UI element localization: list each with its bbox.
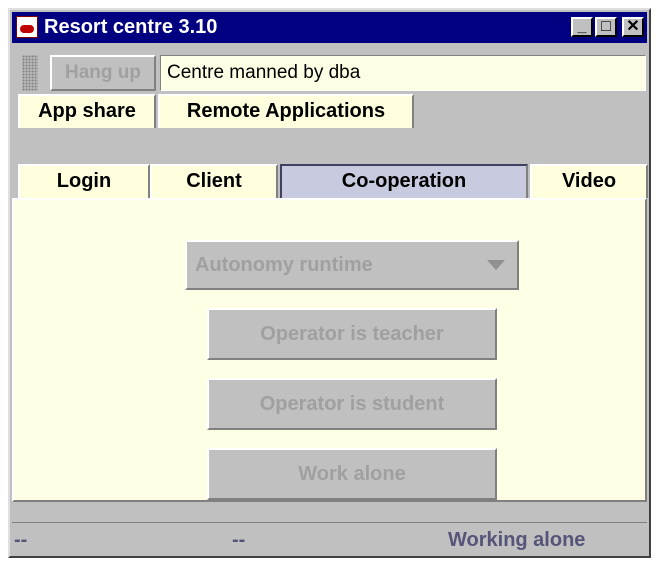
main-window: Resort centre 3.10 _ □ ✕ Hang up Centre … xyxy=(8,8,651,558)
centre-status-field: Centre manned by dba xyxy=(160,55,646,91)
autonomy-mode-value: Autonomy runtime xyxy=(195,254,373,276)
tab-video[interactable]: Video xyxy=(530,164,648,198)
co-operation-panel: Autonomy runtime Operator is teacher Ope… xyxy=(12,198,647,502)
maximize-button[interactable]: □ xyxy=(595,17,617,37)
work-alone-button[interactable]: Work alone xyxy=(207,448,497,500)
operator-is-student-button[interactable]: Operator is student xyxy=(207,378,497,430)
operator-is-teacher-button[interactable]: Operator is teacher xyxy=(207,308,497,360)
close-button[interactable]: ✕ xyxy=(622,17,644,37)
autonomy-mode-select[interactable]: Autonomy runtime xyxy=(185,240,519,290)
chevron-down-icon xyxy=(487,260,505,270)
tab-login[interactable]: Login xyxy=(18,164,150,198)
tab-client[interactable]: Client xyxy=(150,164,278,198)
toolbar-grip-handle[interactable] xyxy=(22,55,38,91)
toolbar: Hang up Centre manned by dba xyxy=(12,45,647,91)
tab-remote-applications[interactable]: Remote Applications xyxy=(158,94,414,128)
status-working-mode: Working alone xyxy=(448,529,586,551)
tab-app-share[interactable]: App share xyxy=(18,94,156,128)
hang-up-button[interactable]: Hang up xyxy=(50,55,156,91)
title-bar[interactable]: Resort centre 3.10 _ □ ✕ xyxy=(12,12,647,43)
status-middle: -- xyxy=(232,529,246,551)
minimize-button[interactable]: _ xyxy=(571,17,593,37)
tab-co-operation[interactable]: Co-operation xyxy=(280,164,528,198)
window-title: Resort centre 3.10 xyxy=(44,16,218,38)
status-left: -- xyxy=(14,529,28,551)
app-icon xyxy=(16,16,38,38)
status-bar: -- -- Working alone xyxy=(12,522,647,556)
